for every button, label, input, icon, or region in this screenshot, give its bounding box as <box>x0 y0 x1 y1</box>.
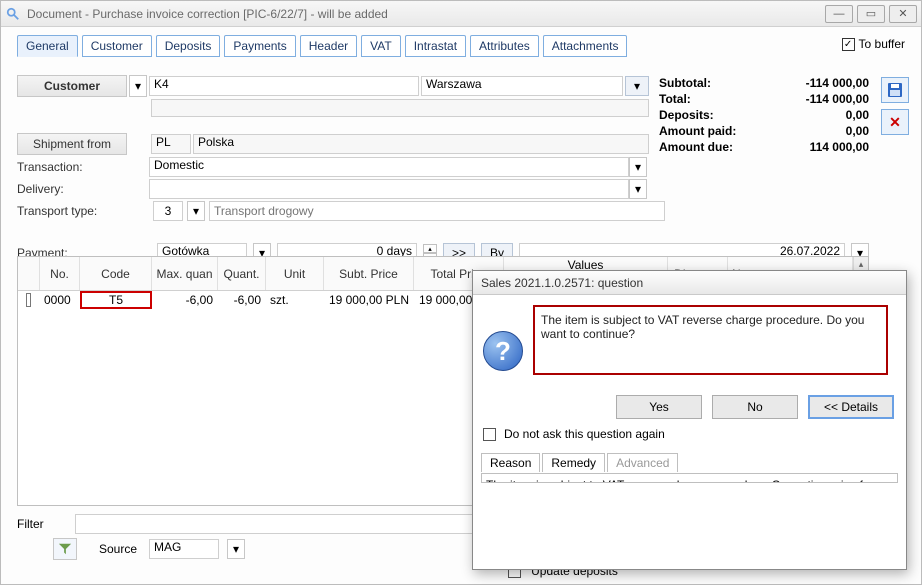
question-dialog: Sales 2021.1.0.2571: question ? The item… <box>472 270 907 570</box>
col-unit[interactable]: Unit <box>266 257 324 290</box>
deposits-label: Deposits: <box>659 107 714 123</box>
delivery-dropdown-icon[interactable]: ▾ <box>629 179 647 199</box>
delete-button[interactable]: ✕ <box>881 109 909 135</box>
tab-header[interactable]: Header <box>300 35 357 57</box>
tab-customer[interactable]: Customer <box>82 35 152 57</box>
col-quant[interactable]: Quant. <box>218 257 266 290</box>
days-up[interactable]: ▴ <box>423 244 437 253</box>
filter-tool-button[interactable] <box>53 538 77 560</box>
transport-label: Transport type: <box>17 204 137 218</box>
titlebar: Document - Purchase invoice correction [… <box>1 1 921 27</box>
row-checkbox[interactable] <box>26 293 31 307</box>
dont-ask-checkbox[interactable] <box>483 428 496 441</box>
reason-text: The item is subject to VAT reverse charg… <box>481 473 898 483</box>
source-label: Source <box>85 542 141 556</box>
transaction-label: Transaction: <box>17 160 137 174</box>
totals: Subtotal: -114 000,00 Total: -114 000,00 D… <box>659 75 869 155</box>
paid-label: Amount paid: <box>659 123 736 139</box>
tab-intrastat[interactable]: Intrastat <box>405 35 466 57</box>
tab-advanced[interactable]: Advanced <box>607 453 678 472</box>
yes-button[interactable]: Yes <box>616 395 702 419</box>
total-value: -114 000,00 <box>806 91 869 107</box>
cell-quant: -6,00 <box>218 291 266 309</box>
to-buffer[interactable]: ✓ To buffer <box>842 37 905 51</box>
save-button[interactable] <box>881 77 909 103</box>
tab-attachments[interactable]: Attachments <box>543 35 628 57</box>
to-buffer-label: To buffer <box>859 37 905 51</box>
source-select[interactable]: MAG <box>149 539 219 559</box>
window-title: Document - Purchase invoice correction [… <box>27 7 388 21</box>
tab-attributes[interactable]: Attributes <box>470 35 539 57</box>
col-no[interactable]: No. <box>40 257 80 290</box>
question-icon: ? <box>483 331 523 371</box>
filter-label: Filter <box>17 517 67 531</box>
cell-code[interactable]: T5 <box>80 291 152 309</box>
shipment-picker-button[interactable]: Shipment from <box>17 133 127 155</box>
tab-remedy[interactable]: Remedy <box>542 453 605 472</box>
customer-code: K4 <box>149 76 419 96</box>
search-icon <box>5 6 21 22</box>
cell-maxq: -6,00 <box>152 291 218 309</box>
dialog-title: Sales 2021.1.0.2571: question <box>473 271 906 295</box>
tab-deposits[interactable]: Deposits <box>156 35 221 57</box>
subtotal-label: Subtotal: <box>659 75 711 91</box>
cell-unit: szt. <box>266 291 324 309</box>
transaction-dropdown-icon[interactable]: ▾ <box>629 157 647 177</box>
transport-dropdown-icon[interactable]: ▾ <box>187 201 205 221</box>
col-code[interactable]: Code <box>80 257 152 290</box>
delivery-select[interactable] <box>149 179 629 199</box>
tab-payments[interactable]: Payments <box>224 35 295 57</box>
delivery-label: Delivery: <box>17 182 137 196</box>
customer-dropdown[interactable]: ▾ <box>129 75 147 97</box>
col-subtprice[interactable]: Subt. Price <box>324 257 414 290</box>
no-button[interactable]: No <box>712 395 798 419</box>
deposits-value: 0,00 <box>846 107 869 123</box>
cell-subtprice: 19 000,00 PLN <box>324 291 414 309</box>
due-value: 114 000,00 <box>810 139 869 155</box>
dialog-message: The item is subject to VAT reverse charg… <box>533 305 888 375</box>
col-maxq[interactable]: Max. quan <box>152 257 218 290</box>
due-label: Amount due: <box>659 139 733 155</box>
dont-ask-label: Do not ask this question again <box>504 427 665 441</box>
tab-general[interactable]: General <box>17 35 78 57</box>
close-button[interactable]: ✕ <box>889 5 917 23</box>
to-buffer-checkbox[interactable]: ✓ <box>842 38 855 51</box>
tab-reason[interactable]: Reason <box>481 453 540 472</box>
paid-value: 0,00 <box>846 123 869 139</box>
maximize-button[interactable]: ▭ <box>857 5 885 23</box>
total-label: Total: <box>659 91 691 107</box>
customer-city: Warszawa <box>421 76 623 96</box>
details-button[interactable]: << Details <box>808 395 894 419</box>
minimize-button[interactable]: — <box>825 5 853 23</box>
source-dropdown-icon[interactable]: ▾ <box>227 539 245 559</box>
subtotal-value: -114 000,00 <box>806 75 869 91</box>
tab-vat[interactable]: VAT <box>361 35 401 57</box>
customer-search-button[interactable]: ▾ <box>625 76 649 96</box>
transaction-select[interactable]: Domestic <box>149 157 629 177</box>
transport-number[interactable]: 3 <box>153 201 183 221</box>
shipment-code: PL <box>151 134 191 154</box>
shipment-country: Polska <box>193 134 649 154</box>
customer-picker-button[interactable]: Customer <box>17 75 127 97</box>
main-tabs: General Customer Deposits Payments Heade… <box>17 35 915 57</box>
cell-no: 0000 <box>40 291 80 309</box>
transport-name[interactable] <box>209 201 665 221</box>
customer-extra <box>151 99 649 117</box>
